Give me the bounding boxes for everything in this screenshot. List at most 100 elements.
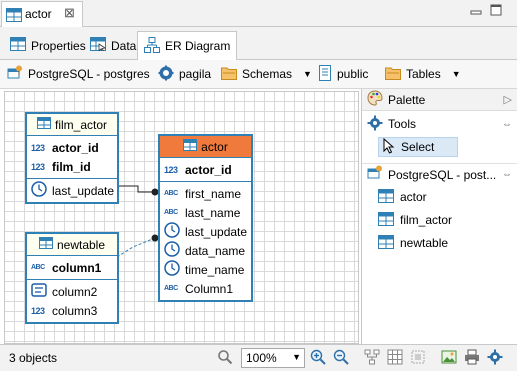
cursor-icon — [383, 137, 395, 157]
entity-keys: 123 actor_id — [160, 158, 251, 182]
database-icon — [158, 65, 174, 84]
layout-icon[interactable] — [364, 349, 380, 365]
status-bar: 3 objects 100% ▼ — [0, 344, 517, 371]
column-row[interactable]: column2 — [27, 282, 117, 301]
zoom-select[interactable]: 100% ▼ — [241, 348, 305, 368]
table-icon — [10, 37, 26, 54]
column-name: first_name — [185, 186, 242, 201]
column-name: actor_id — [52, 140, 99, 155]
palette-icon — [367, 90, 383, 109]
entity-header[interactable]: film_actor — [27, 114, 117, 136]
entity-attributes: last_update — [27, 179, 117, 202]
schemas-dropdown[interactable]: Schemas ▼ — [221, 65, 312, 83]
editor-tab-actor[interactable]: actor ⊠ — [1, 1, 83, 27]
maximize-icon[interactable] — [488, 2, 504, 18]
entity-keys: ABC column1 — [27, 256, 117, 280]
column-row[interactable]: data_name — [160, 241, 251, 260]
object-count: 3 objects — [9, 351, 58, 365]
numeric-type-icon: 123 — [31, 305, 45, 316]
tab-er-diagram[interactable]: ER Diagram — [137, 31, 238, 61]
column-name: last_update — [185, 224, 248, 239]
grid-icon[interactable] — [387, 349, 403, 365]
collapse-right-icon[interactable]: ▷ — [504, 93, 512, 106]
database-selector[interactable]: pagila — [158, 65, 211, 83]
collapse-arrows-icon[interactable]: ⇔ — [502, 169, 512, 180]
editor-tab-bar: actor ⊠ — [0, 0, 517, 27]
column-row[interactable]: 123 actor_id — [160, 160, 251, 179]
document-type-icon — [31, 283, 47, 300]
connection-selector[interactable]: PostgreSQL - postgres — [7, 65, 150, 83]
table-icon — [6, 8, 22, 25]
palette-table-label: actor — [400, 190, 427, 204]
align-icon[interactable] — [410, 349, 426, 365]
column-row[interactable]: last_update — [160, 222, 251, 241]
tab-data-label: Data — [111, 38, 137, 53]
tools-section-header[interactable]: Tools ⇔ — [362, 113, 517, 135]
clock-icon — [164, 222, 180, 241]
column-row[interactable]: 123 actor_id — [27, 138, 117, 157]
connection-section-header[interactable]: PostgreSQL - post... ⇔ — [362, 163, 517, 185]
text-type-icon: ABC — [31, 264, 45, 271]
er-diagram-canvas[interactable]: film_actor 123 actor_id 123 film_id last_u… — [4, 91, 359, 344]
gear-icon — [367, 115, 383, 134]
data-grid-icon — [90, 37, 107, 54]
column-name: last_name — [185, 205, 241, 220]
select-tool-label: Select — [401, 140, 435, 154]
search-icon[interactable] — [217, 349, 233, 365]
column-row[interactable]: 123 column3 — [27, 301, 117, 320]
column-row[interactable]: 123 film_id — [27, 157, 117, 176]
folder-icon — [221, 66, 237, 83]
tools-title: Tools — [388, 117, 417, 131]
clock-icon — [164, 260, 180, 279]
column-name: column3 — [52, 303, 98, 318]
collapse-arrows-icon[interactable]: ⇔ — [502, 119, 512, 130]
column-row[interactable]: ABC column1 — [27, 258, 117, 277]
schema-selector[interactable]: public — [318, 64, 368, 83]
palette-header[interactable]: Palette ▷ — [362, 89, 517, 111]
table-icon — [378, 188, 394, 206]
palette-table-label: newtable — [400, 236, 449, 250]
dropdown-arrow-icon: ▼ — [451, 69, 461, 79]
entity-actor[interactable]: actor 123 actor_id ABC first_name ABC last_… — [158, 134, 253, 302]
schemas-label: Schemas — [242, 67, 293, 81]
tab-data[interactable]: Data — [84, 31, 142, 60]
zoom-in-icon[interactable] — [310, 349, 326, 365]
zoom-out-icon[interactable] — [333, 349, 349, 365]
entity-film-actor[interactable]: film_actor 123 actor_id 123 film_id last_u… — [25, 112, 119, 204]
column-row[interactable]: ABC last_name — [160, 203, 251, 222]
entity-name: actor — [201, 139, 228, 154]
chevron-down-icon: ▼ — [292, 352, 301, 362]
column-name: column2 — [52, 284, 98, 299]
tab-properties[interactable]: Properties — [4, 31, 92, 60]
entity-name: newtable — [56, 237, 106, 252]
minimize-icon[interactable] — [468, 2, 484, 18]
export-image-icon[interactable] — [441, 349, 457, 365]
palette-table-label: film_actor — [400, 213, 453, 227]
palette-table-newtable[interactable]: newtable — [378, 233, 448, 253]
entity-header[interactable]: newtable — [27, 234, 117, 256]
settings-icon[interactable] — [487, 349, 503, 365]
column-row[interactable]: time_name — [160, 260, 251, 279]
fk-link-film-actor-actor — [119, 185, 156, 193]
clock-icon — [31, 181, 47, 200]
column-name: film_id — [52, 159, 91, 174]
connection-label: PostgreSQL - postgres — [28, 67, 150, 81]
text-type-icon: ABC — [164, 209, 178, 216]
database-connection-icon — [367, 165, 383, 184]
column-name: Column1 — [185, 281, 234, 296]
dropdown-arrow-icon: ▼ — [303, 69, 312, 79]
palette-table-actor[interactable]: actor — [378, 187, 427, 207]
select-tool[interactable]: Select — [378, 137, 458, 157]
column-row[interactable]: ABC first_name — [160, 184, 251, 203]
entity-newtable[interactable]: newtable ABC column1 column2 123 column3 — [25, 232, 119, 324]
palette-panel: Palette ▷ Tools ⇔ Select PostgreSQL - po… — [361, 89, 517, 344]
entity-name: film_actor — [54, 117, 107, 132]
column-row[interactable]: last_update — [27, 181, 117, 200]
print-icon[interactable] — [464, 349, 480, 365]
palette-table-film-actor[interactable]: film_actor — [378, 210, 452, 230]
er-diagram-icon — [144, 36, 160, 56]
close-icon[interactable]: ⊠ — [64, 5, 75, 21]
tables-dropdown[interactable]: Tables ▼ — [385, 65, 461, 83]
entity-header[interactable]: actor — [160, 136, 251, 158]
column-row[interactable]: ABC Column1 — [160, 279, 251, 298]
